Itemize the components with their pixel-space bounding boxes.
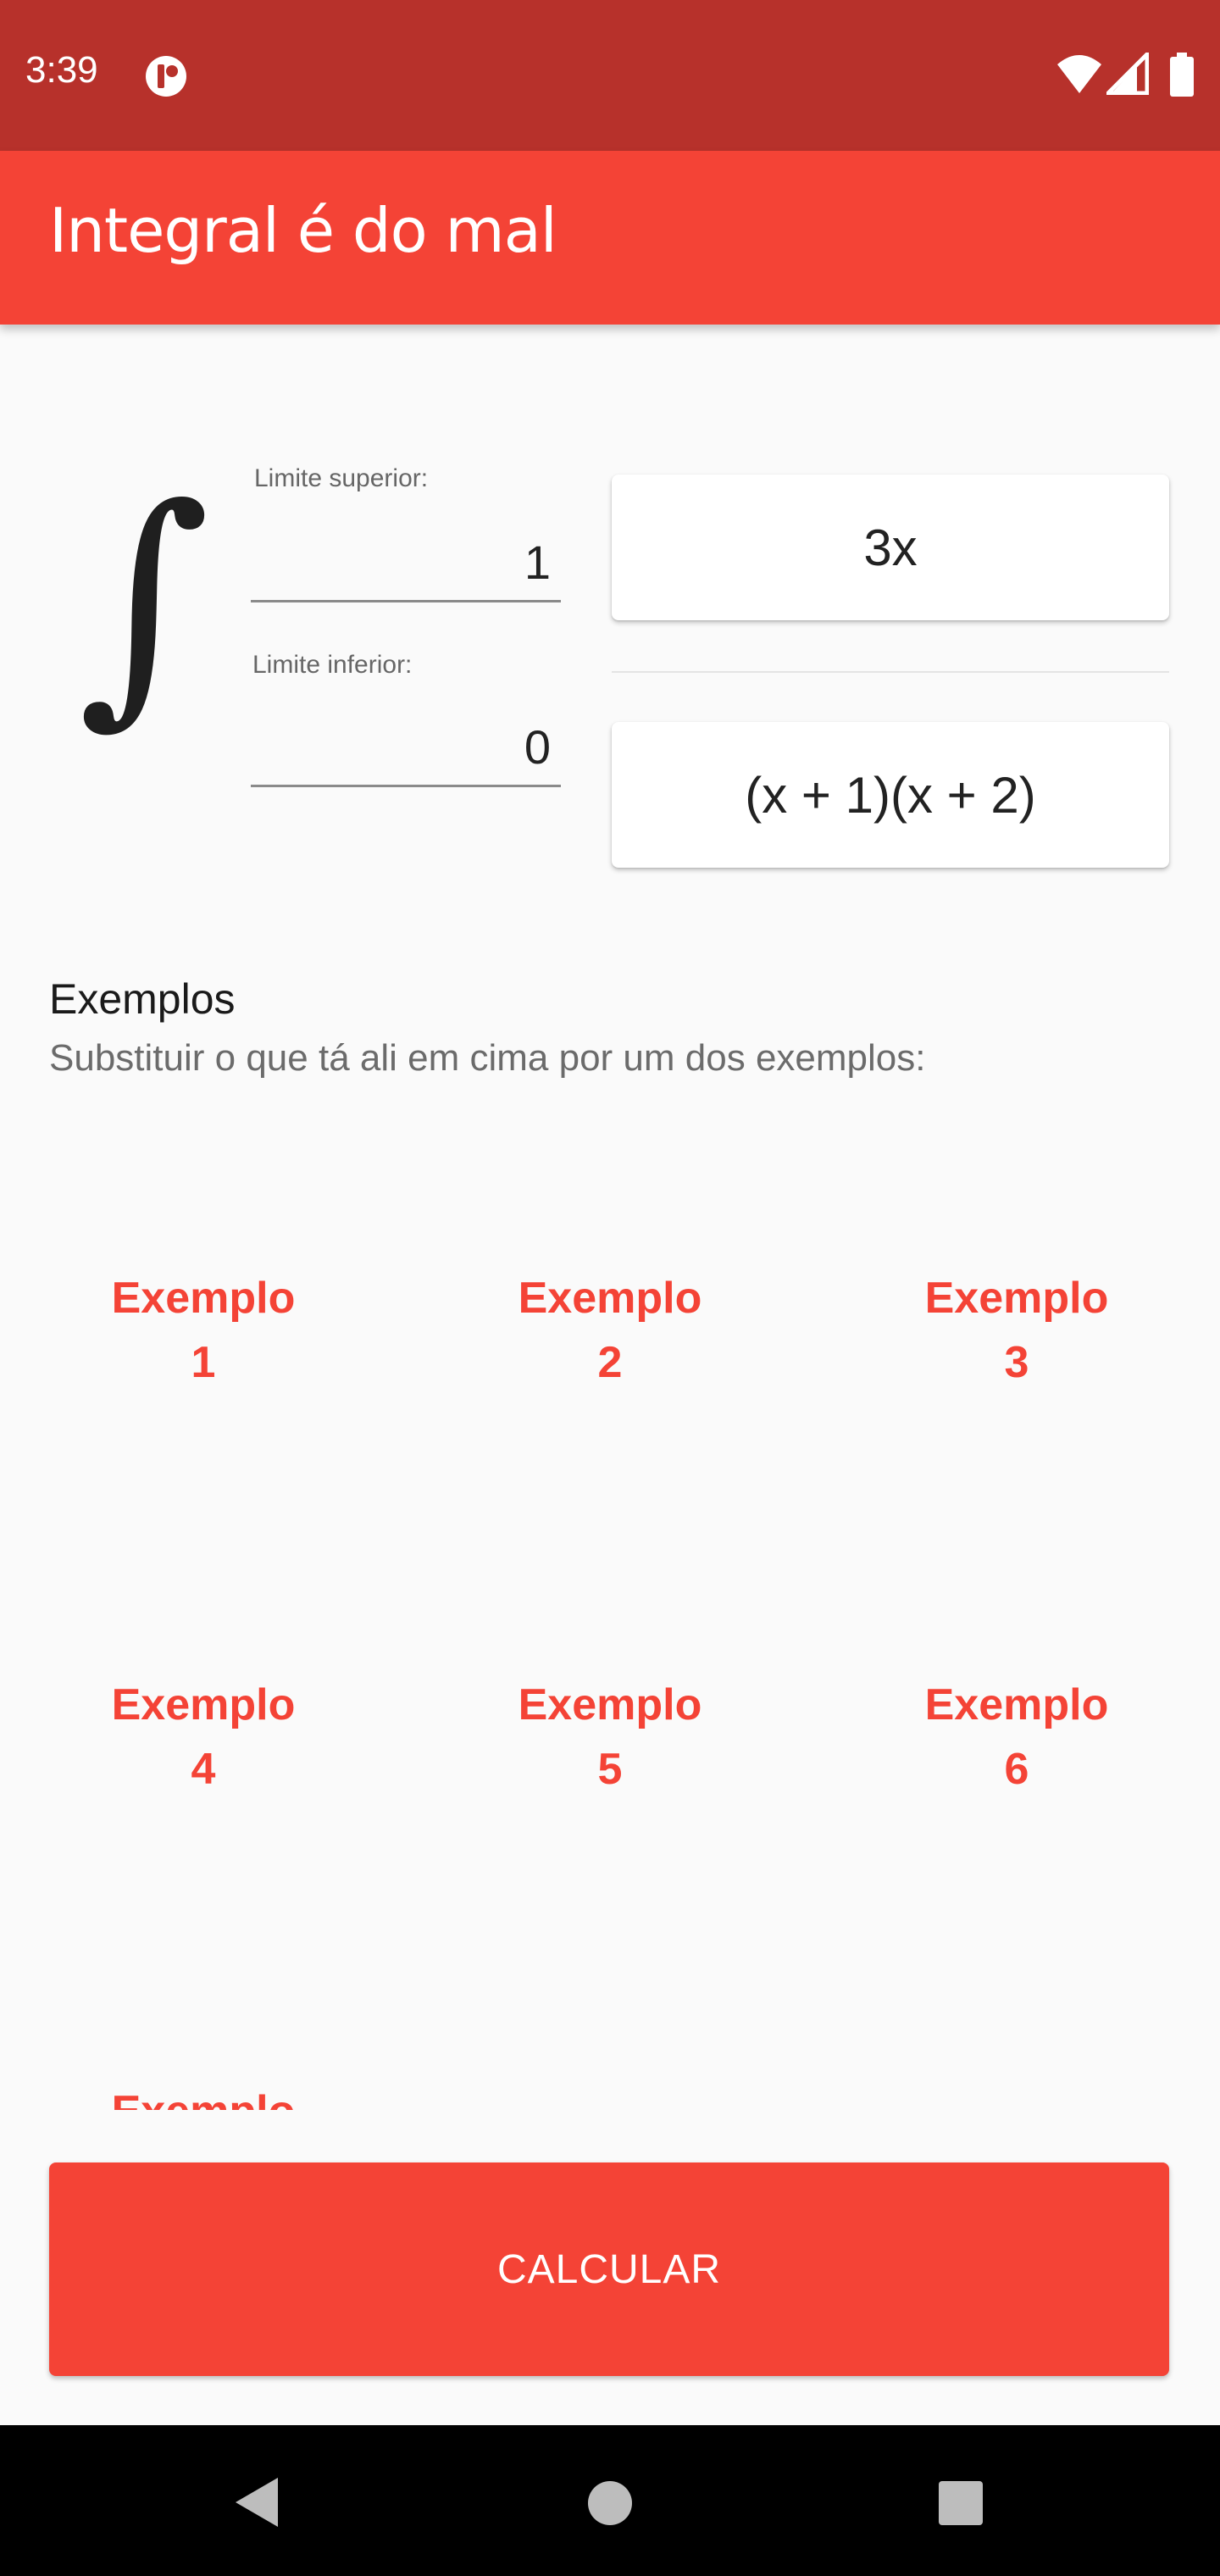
lower-limit-label: Limite inferior:	[252, 651, 413, 679]
example-number: 2	[597, 1338, 623, 1387]
example-label: Exemplo	[111, 1680, 296, 1729]
home-icon[interactable]	[586, 2479, 634, 2530]
notification-app-icon	[144, 54, 188, 102]
example-button-7[interactable]: Exemplo7	[0, 1940, 407, 2110]
fraction-divider	[612, 671, 1169, 673]
status-time: 3:39	[25, 49, 98, 91]
example-label: Exemplo	[518, 1680, 702, 1729]
navigation-bar	[0, 2425, 1220, 2576]
example-label: Exemplo	[518, 1274, 702, 1323]
signal-icon	[1102, 48, 1150, 98]
denominator-button[interactable]: (x + 1)(x + 2)	[612, 722, 1169, 868]
recents-icon[interactable]	[937, 2479, 984, 2530]
example-button-6[interactable]: Exemplo 6	[813, 1534, 1220, 1940]
example-number: 1	[191, 1338, 216, 1387]
upper-limit-label: Limite superior:	[254, 464, 429, 492]
battery-icon	[1169, 53, 1195, 100]
upper-limit-value: 1	[524, 536, 551, 589]
example-number: 6	[1004, 1745, 1029, 1794]
example-button-3[interactable]: Exemplo 3	[813, 1127, 1220, 1534]
example-label: Exemplo	[924, 1680, 1109, 1729]
example-number: 3	[1004, 1338, 1029, 1387]
page-title: Integral é do mal	[49, 195, 557, 266]
example-number: 4	[191, 1745, 216, 1794]
example-button-5[interactable]: Exemplo 5	[407, 1534, 813, 1940]
example-button-1[interactable]: Exemplo 1	[0, 1127, 407, 1534]
example-number: 5	[597, 1745, 623, 1794]
lower-limit-value: 0	[524, 720, 551, 774]
example-button-2[interactable]: Exemplo 2	[407, 1127, 813, 1534]
examples-grid[interactable]: Exemplo 1 Exemplo 2 Exemplo 3 Exemplo 4 Exem…	[0, 1127, 1220, 2110]
example-label: Exemplo	[112, 2087, 296, 2110]
lower-limit-input[interactable]: 0	[251, 717, 561, 787]
wifi-icon	[1056, 53, 1103, 98]
examples-subtitle: Substituir o que tá ali em cima por um d…	[49, 1037, 926, 1079]
examples-title: Exemplos	[49, 975, 236, 1023]
app-bar: Integral é do mal	[0, 151, 1220, 325]
numerator-button[interactable]: 3x	[612, 475, 1169, 620]
integral-symbol: ∫	[78, 453, 211, 749]
back-icon[interactable]	[232, 2476, 280, 2532]
example-button-4[interactable]: Exemplo 4	[0, 1534, 407, 1940]
example-label: Exemplo	[111, 1274, 296, 1323]
calculate-button[interactable]: CALCULAR	[49, 2162, 1169, 2376]
status-bar: 3:39	[0, 0, 1220, 151]
upper-limit-input[interactable]: 1	[251, 532, 561, 602]
example-label: Exemplo	[924, 1274, 1109, 1323]
